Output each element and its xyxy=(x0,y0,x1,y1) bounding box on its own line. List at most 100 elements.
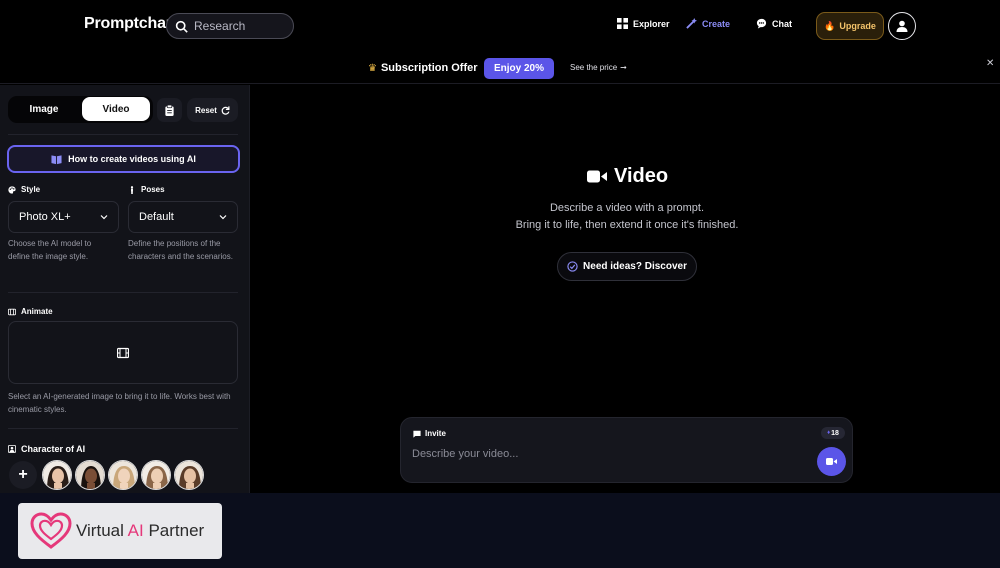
refresh-icon xyxy=(221,105,230,115)
chevron-down-icon xyxy=(100,215,108,220)
profile-button[interactable] xyxy=(888,12,916,40)
promo-bar: ♛ Subscription Offer Enjoy 20% See the p… xyxy=(0,52,1000,84)
arrow-right-icon: ➞ xyxy=(620,63,627,72)
nav-create[interactable]: Create xyxy=(686,18,730,29)
film-icon xyxy=(8,308,16,315)
divider xyxy=(8,134,238,135)
upgrade-label: Upgrade xyxy=(839,21,876,31)
page-description-line-2: Bring it to life, then extend it once it… xyxy=(515,219,739,231)
upgrade-button[interactable]: 🔥 Upgrade xyxy=(816,12,884,40)
portrait-image xyxy=(109,461,137,489)
promo-title: ♛ Subscription Offer xyxy=(368,62,478,74)
reset-button[interactable]: Reset xyxy=(187,98,238,122)
animate-image-picker[interactable] xyxy=(8,321,238,384)
chevron-down-icon xyxy=(219,215,227,220)
style-section-label: Style xyxy=(8,185,40,194)
see-price-label: See the price xyxy=(570,63,618,72)
tab-video[interactable]: Video xyxy=(82,97,150,121)
character-avatar[interactable] xyxy=(141,460,171,490)
divider xyxy=(8,428,238,429)
watermark-text-a: Virtual xyxy=(76,521,128,540)
book-icon xyxy=(51,154,62,164)
animate-section-label: Animate xyxy=(8,307,53,316)
user-icon xyxy=(896,20,908,32)
animate-description: Select an AI-generated image to bring it… xyxy=(8,392,231,414)
character-label-text: Character of AI xyxy=(21,444,86,454)
how-to-label: How to create videos using AI xyxy=(68,154,196,164)
portrait-image xyxy=(43,461,71,489)
need-ideas-button[interactable]: Need ideas? Discover xyxy=(557,252,697,281)
prompt-input[interactable] xyxy=(412,445,792,463)
nav-explorer-label: Explorer xyxy=(633,18,670,29)
see-price-link[interactable]: See the price ➞ xyxy=(570,63,627,72)
portrait-image xyxy=(175,461,203,489)
clipboard-icon xyxy=(165,104,174,116)
character-avatar[interactable] xyxy=(108,460,138,490)
nav-explorer[interactable]: Explorer xyxy=(617,18,670,29)
watermark-badge: Virtual AI Partner xyxy=(18,503,222,559)
page-title: Video xyxy=(587,165,668,188)
enjoy-discount-button[interactable]: Enjoy 20% xyxy=(484,58,554,79)
nav-create-label: Create xyxy=(702,18,731,29)
poses-select[interactable]: Default xyxy=(128,201,238,233)
gem-icon: ♦ xyxy=(827,430,831,436)
nav-chat-label: Chat xyxy=(772,18,792,29)
logo[interactable]: Promptchan xyxy=(84,15,176,33)
credits-badge: ♦ 18 xyxy=(821,427,845,439)
clipboard-button[interactable] xyxy=(157,98,182,122)
style-description: Choose the AI model to define the image … xyxy=(8,239,92,261)
invite-label[interactable]: Invite xyxy=(413,429,446,438)
top-nav: Promptchan Explorer Create Chat 🔥 Upgrad… xyxy=(0,0,1000,52)
grid-icon xyxy=(617,18,628,29)
need-ideas-label: Need ideas? Discover xyxy=(583,261,687,272)
video-camera-icon xyxy=(587,170,607,183)
search-input[interactable] xyxy=(194,19,290,33)
poses-label-text: Poses xyxy=(141,185,165,194)
prompt-composer: Invite ♦ 18 xyxy=(400,417,853,483)
figure-icon xyxy=(130,185,134,194)
sidebar: Image Video Reset How to create videos u… xyxy=(0,85,250,493)
style-label-text: Style xyxy=(21,185,41,194)
flame-icon: 🔥 xyxy=(824,20,836,31)
watermark-text-ai: AI xyxy=(127,521,144,540)
watermark-text: Virtual AI Partner xyxy=(76,521,204,541)
portrait-image xyxy=(142,461,170,489)
video-camera-icon xyxy=(826,458,837,465)
divider xyxy=(8,292,238,293)
reset-label: Reset xyxy=(195,105,217,115)
message-icon xyxy=(413,430,421,438)
palette-icon xyxy=(8,185,16,194)
how-to-create-videos-button[interactable]: How to create videos using AI xyxy=(7,145,240,173)
invite-text: Invite xyxy=(425,429,446,438)
crown-icon: ♛ xyxy=(368,62,377,74)
style-select-value: Photo XL+ xyxy=(19,211,71,223)
search-box[interactable] xyxy=(166,13,294,39)
credits-count: 18 xyxy=(831,429,839,437)
generate-video-button[interactable] xyxy=(817,447,846,476)
character-avatar[interactable] xyxy=(42,460,72,490)
style-select[interactable]: Photo XL+ xyxy=(8,201,119,233)
page-description-line-1: Describe a video with a prompt. xyxy=(549,202,705,214)
portrait-image xyxy=(76,461,104,489)
page-title-text: Video xyxy=(614,165,669,187)
mode-toggle: Image Video xyxy=(8,96,153,123)
close-icon[interactable]: ✕ xyxy=(986,58,994,69)
character-section-label: Character of AI xyxy=(8,444,85,454)
magic-wand-icon xyxy=(686,18,697,29)
person-frame-icon xyxy=(8,445,16,453)
nav-chat[interactable]: Chat xyxy=(756,18,792,29)
add-character-button[interactable]: + xyxy=(9,461,37,489)
search-icon xyxy=(175,20,188,33)
heart-logo-icon xyxy=(30,512,72,549)
tab-image[interactable]: Image xyxy=(8,96,80,123)
promo-title-text: Subscription Offer xyxy=(380,62,478,74)
character-avatar[interactable] xyxy=(75,460,105,490)
animate-label-text: Animate xyxy=(21,307,53,316)
watermark-text-b: Partner xyxy=(143,521,205,540)
chat-bubble-icon xyxy=(756,18,767,29)
poses-description: Define the positions of the characters a… xyxy=(128,239,233,261)
film-strip-icon xyxy=(117,347,129,358)
character-avatar[interactable] xyxy=(174,460,204,490)
poses-section-label: Poses xyxy=(128,185,165,194)
check-circle-icon xyxy=(567,261,578,272)
